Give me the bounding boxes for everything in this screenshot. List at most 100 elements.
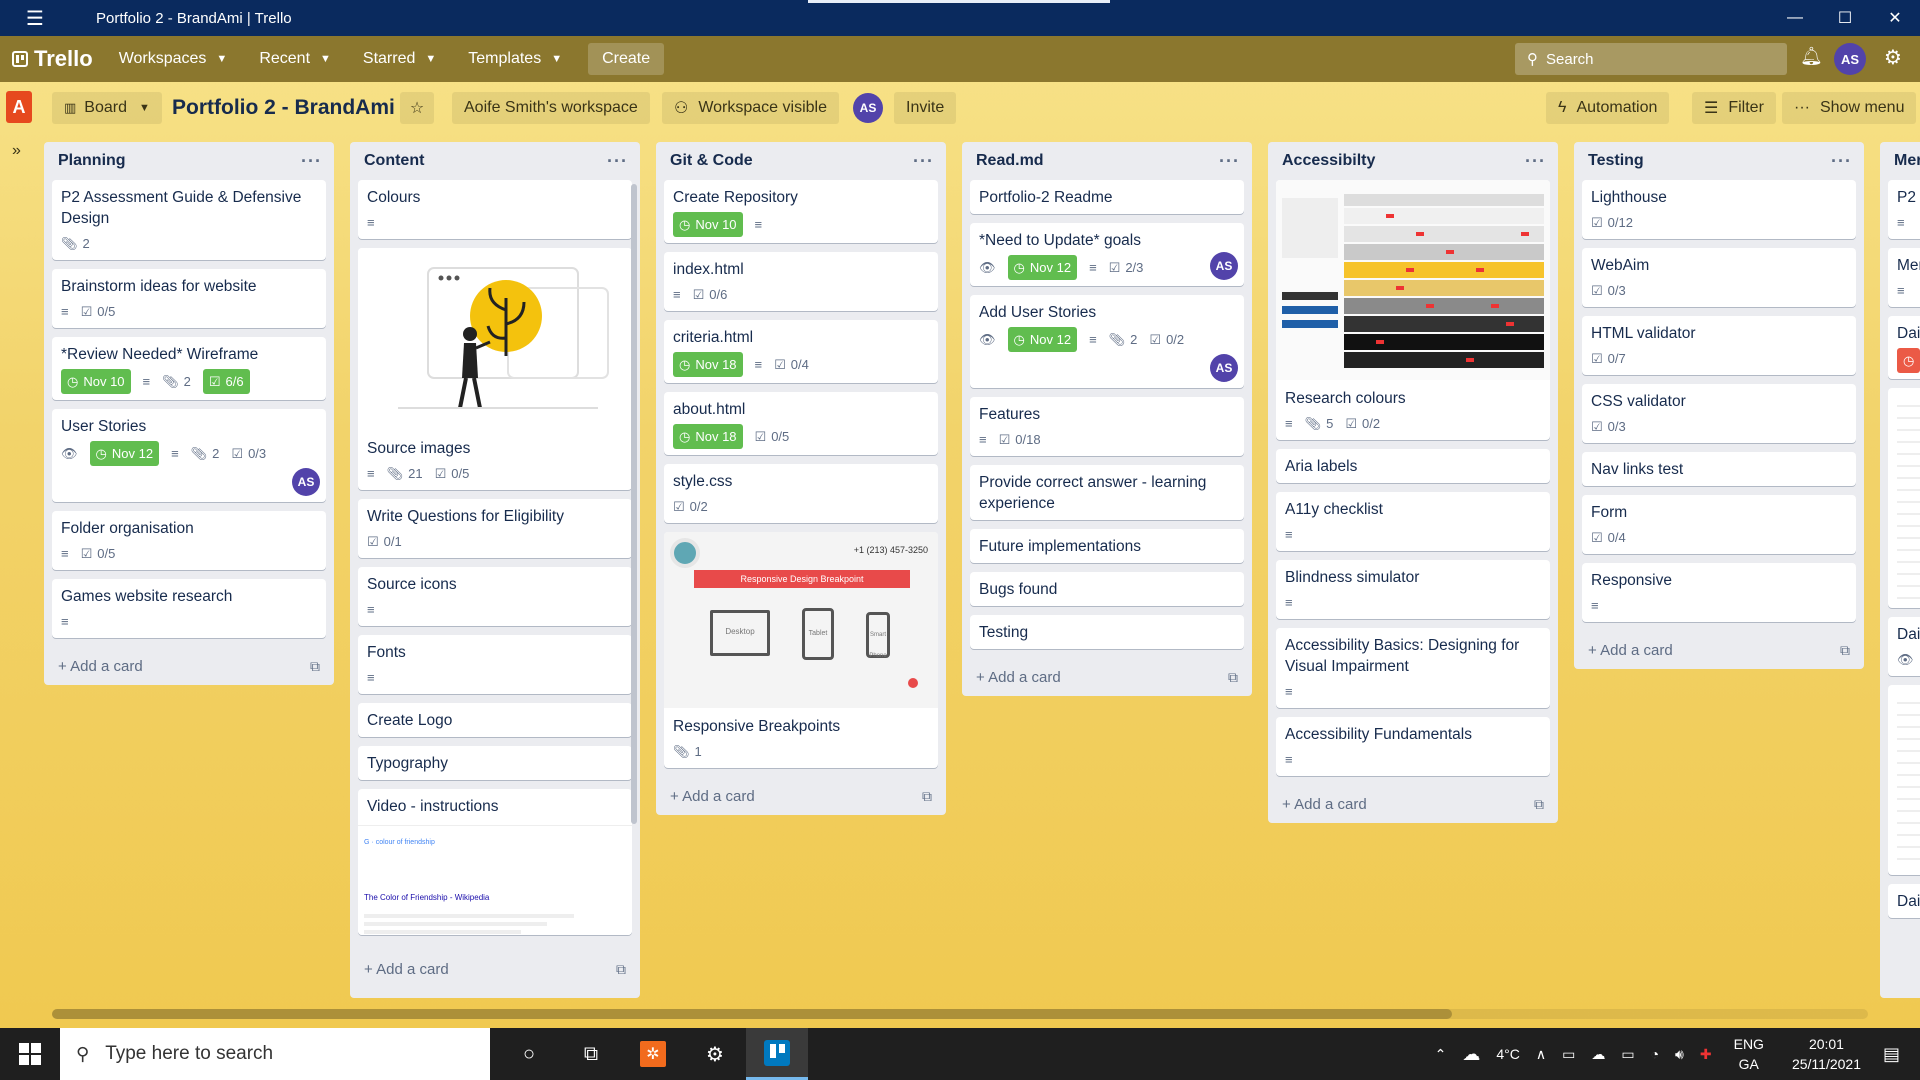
card[interactable]: A11y checklist ≡ [1276,492,1550,551]
card[interactable]: Video - instructions G · colour of frien… [358,789,632,935]
search-input[interactable]: ⚲ Search [1515,43,1787,75]
weather-cloud-icon[interactable]: ☁ [1462,1044,1480,1065]
card[interactable]: Accessibility Basics: Designing for Visu… [1276,628,1550,708]
card[interactable]: *Review Needed* Wireframe ◷ Nov 10 ≡ 📎︎ 2 ☑ 6/… [52,337,326,400]
visibility-button[interactable]: ⚇ Workspace visible [662,92,839,124]
card-cover-doc[interactable] [1888,685,1920,875]
add-card-button[interactable]: + Add a card ⧉ [1582,631,1856,669]
workspace-button[interactable]: Aoife Smith's workspace [452,92,650,124]
card[interactable]: Folder organisation ≡ ☑ 0/5 [52,511,326,570]
add-card-button[interactable]: + Add a card ⧉ [358,950,632,988]
due-date-badge[interactable]: ◷ [1897,348,1920,373]
card[interactable]: Source images ≡ 📎︎ 21 ☑ 0/5 [358,248,632,490]
list-title[interactable]: Accessibilty [1282,152,1375,170]
bell-icon[interactable]: 🔔︎ [1800,46,1823,67]
list-menu-icon[interactable]: ··· [607,151,628,172]
show-menu-button[interactable]: ··· Show menu [1782,92,1917,124]
minimize-icon[interactable]: — [1770,0,1820,36]
add-card-button[interactable]: + Add a card ⧉ [1276,785,1550,823]
onedrive-icon[interactable]: ☁ [1591,1046,1605,1063]
card[interactable]: Portfolio-2 Readme [970,180,1244,214]
card[interactable]: Research colours ≡ 📎︎ 5 ☑ 0/2 [1276,180,1550,440]
list-title[interactable]: Planning [58,152,126,170]
maximize-icon[interactable]: ☐ [1820,0,1870,36]
card[interactable]: User Stories 👁︎ ◷ Nov 12 ≡ 📎︎ 2 ☑ 0/3 AS [52,409,326,502]
card[interactable]: Dais 👁︎ [1888,617,1920,676]
create-button[interactable]: Create [588,43,665,75]
card[interactable]: Nav links test [1582,452,1856,486]
card[interactable]: Colours ≡ [358,180,632,239]
add-card-button[interactable]: + Add a card ⧉ [664,777,938,815]
scrollbar-thumb[interactable] [52,1009,1452,1019]
notification-icon[interactable]: ▤ [1883,1044,1900,1065]
card[interactable]: Create Repository ◷ Nov 10 ≡ [664,180,938,243]
card[interactable]: Responsive ≡ [1582,563,1856,622]
card[interactable]: Features ≡ ☑ 0/18 [970,397,1244,456]
card[interactable]: Brainstorm ideas for website ≡ ☑ 0/5 [52,269,326,328]
nav-workspaces[interactable]: Workspaces ▼ [107,43,240,75]
add-card-button[interactable]: + Add a card ⧉ [970,658,1244,696]
card-member-avatar[interactable]: AS [1210,252,1238,280]
trello-logo[interactable]: Trello [12,46,93,72]
add-card-button[interactable]: + Add a card ⧉ [52,647,326,685]
card[interactable]: P2 Assessment Guide & Defensive Design 📎… [52,180,326,260]
list-menu-icon[interactable]: ··· [1831,151,1852,172]
due-date-badge[interactable]: ◷ Nov 10 [673,212,743,237]
list-title[interactable]: Content [364,152,424,170]
expand-sidebar-icon[interactable]: » [12,142,21,160]
card[interactable]: style.css ☑ 0/2 [664,464,938,523]
gear-icon[interactable]: ⚙ [1884,45,1902,70]
tray-expand-icon[interactable]: ∧ [1536,1046,1546,1063]
settings-icon[interactable]: ⚙ [684,1028,746,1080]
template-icon[interactable]: ⧉ [1840,642,1850,659]
list-scrollbar[interactable] [631,184,637,824]
list-title[interactable]: Read.md [976,152,1044,170]
camera-icon[interactable]: ▭ [1562,1046,1575,1063]
card[interactable]: Add User Stories 👁︎ ◷ Nov 12 ≡ 📎︎ 2 ☑ 0/2 AS [970,295,1244,388]
template-icon[interactable]: ⧉ [616,961,626,978]
board-view-button[interactable]: ▥ Board ▼ [52,92,162,124]
due-date-badge[interactable]: ◷ Nov 12 [1007,255,1078,280]
template-icon[interactable]: ⧉ [1534,796,1544,813]
user-avatar[interactable]: AS [1834,43,1866,75]
due-date-badge[interactable]: ◷ Nov 12 [1007,327,1078,352]
card[interactable]: Dais ◷ [1888,316,1920,379]
template-icon[interactable]: ⧉ [922,788,932,805]
card[interactable]: about.html ◷ Nov 18 ☑ 0/5 [664,392,938,455]
card[interactable]: criteria.html ◷ Nov 18 ≡ ☑ 0/4 [664,320,938,383]
card[interactable]: Create Logo [358,703,632,737]
card[interactable]: Provide correct answer - learning experi… [970,465,1244,520]
card[interactable]: Dais [1888,884,1920,918]
cortana-icon[interactable]: ○ [498,1028,560,1080]
template-icon[interactable]: ⧉ [1228,669,1238,686]
card-member-avatar[interactable]: AS [1210,354,1238,382]
card[interactable]: WebAim ☑ 0/3 [1582,248,1856,307]
invite-button[interactable]: Invite [894,92,957,124]
due-date-badge[interactable]: ◷ Nov 18 [673,424,743,449]
app-icon-orange[interactable]: ✲ [622,1028,684,1080]
card-cover-doc[interactable] [1888,388,1920,608]
menu-icon[interactable]: ☰ [0,6,70,31]
clock[interactable]: 20:01 25/11/2021 [1792,1034,1861,1074]
close-icon[interactable]: ✕ [1870,0,1920,36]
card[interactable]: Fonts ≡ [358,635,632,694]
automation-button[interactable]: ϟ Automation [1546,92,1670,124]
list-title[interactable]: Mer [1894,152,1920,170]
taskbar-search-input[interactable]: ⚲ Type here to search [60,1028,490,1080]
card[interactable]: Typography [358,746,632,780]
nav-starred[interactable]: Starred ▼ [351,43,448,75]
windows-start-icon[interactable] [0,1028,60,1080]
filter-button[interactable]: ☰ Filter [1692,92,1776,124]
nav-recent[interactable]: Recent ▼ [247,43,343,75]
card[interactable]: HTML validator ☑ 0/7 [1582,316,1856,375]
volume-icon[interactable]: 🔊︎ [1675,1046,1684,1063]
member-avatar[interactable]: AS [853,93,883,123]
temperature[interactable]: 4°C [1496,1046,1520,1062]
board-title[interactable]: Portfolio 2 - BrandAmi [172,96,395,120]
card[interactable]: Source icons ≡ [358,567,632,626]
due-date-badge[interactable]: ◷ Nov 12 [89,441,160,466]
card[interactable]: Lighthouse ☑ 0/12 [1582,180,1856,239]
star-icon[interactable]: ☆ [400,92,434,124]
card[interactable]: *Need to Update* goals 👁︎ ◷ Nov 12 ≡ ☑ 2/3 AS [970,223,1244,286]
card[interactable]: Future implementations [970,529,1244,563]
